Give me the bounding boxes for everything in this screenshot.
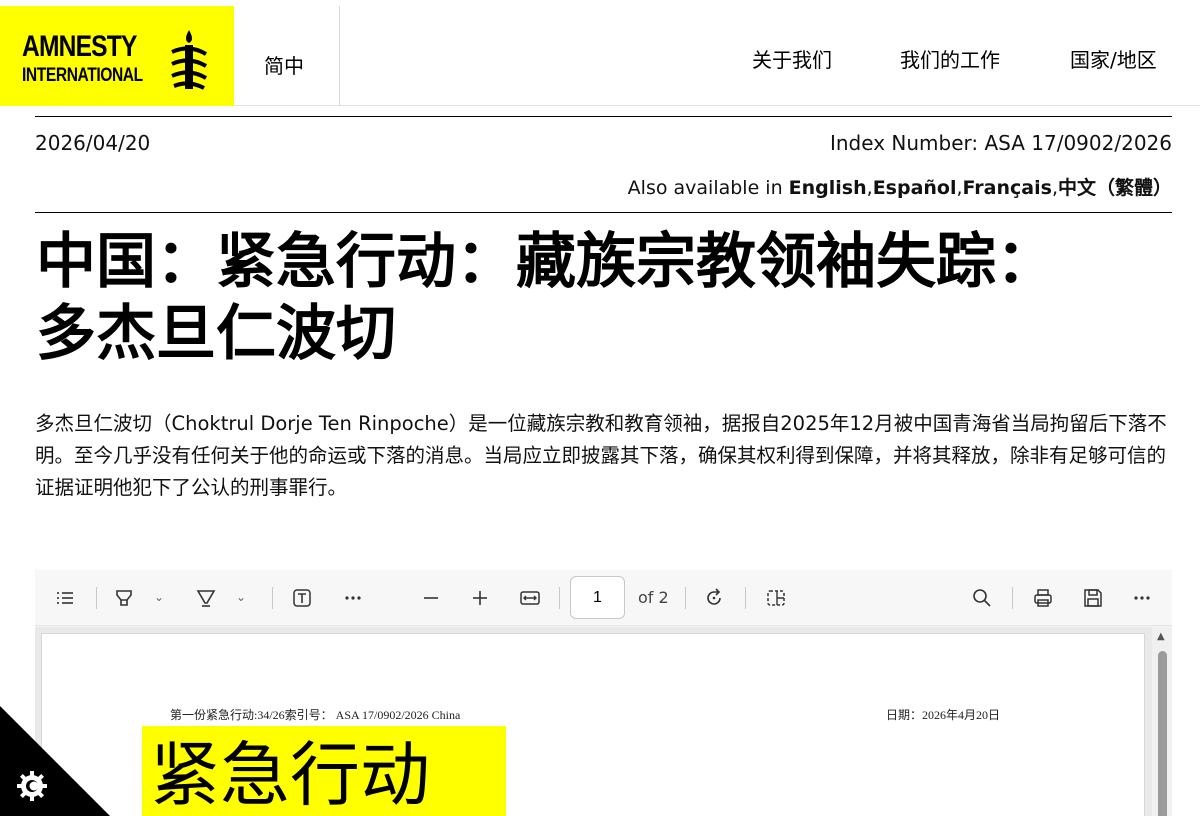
more-options-icon[interactable] (1128, 584, 1156, 612)
also-available: Also available in English,Español,França… (627, 177, 1172, 199)
zoom-in-icon[interactable] (466, 584, 494, 612)
summary-paragraph: 多杰旦仁波切（Choktrul Dorje Ten Rinpoche）是一位藏族… (35, 412, 1167, 499)
draw-icon[interactable] (192, 584, 220, 612)
scrollbar[interactable]: ▲ (1152, 627, 1172, 816)
page-view-icon[interactable] (762, 584, 790, 612)
nav-countries[interactable]: 国家/地区 (1070, 44, 1157, 73)
zoom-out-icon[interactable] (417, 584, 445, 612)
toolbar-separator (685, 587, 686, 609)
cookie-settings[interactable] (0, 706, 110, 816)
lang-link-traditional-chinese[interactable]: 中文（繁體） (1058, 177, 1172, 199)
publish-date: 2026/04/20 (35, 131, 151, 155)
pdf-viewer: ⌄ ⌄ 1 of 2 第一份紧急行动:34/26索引号： ASA 17/0902… (35, 570, 1172, 816)
scroll-thumb[interactable] (1158, 651, 1167, 816)
chevron-down-icon[interactable]: ⌄ (236, 590, 246, 604)
text-icon[interactable] (288, 584, 316, 612)
page-total: of 2 (638, 588, 669, 607)
toolbar-separator (745, 587, 746, 609)
cookie-icon[interactable] (14, 768, 50, 804)
toolbar-separator (96, 587, 97, 609)
rotate-icon[interactable] (700, 584, 728, 612)
save-icon[interactable] (1079, 584, 1107, 612)
language-selector[interactable]: 简中 (264, 50, 304, 79)
chevron-down-icon[interactable]: ⌄ (154, 590, 164, 604)
page-number-input[interactable]: 1 (570, 576, 625, 619)
nav-about-us[interactable]: 关于我们 (752, 44, 832, 73)
urgent-action-text: 紧急行动 (150, 734, 430, 816)
logo-line1: AMNESTY (22, 30, 137, 63)
candle-logo-icon (171, 30, 208, 90)
logo-line2: INTERNATIONAL (22, 65, 143, 86)
toolbar-separator (559, 587, 560, 609)
amnesty-logo[interactable]: AMNESTY INTERNATIONAL (0, 6, 234, 106)
title-line1: 中国：紧急行动：藏族宗教领袖失踪： (36, 227, 1056, 297)
toolbar-separator (1012, 587, 1013, 609)
fit-width-icon[interactable] (516, 584, 544, 612)
language-selector-cell: 简中 (234, 6, 340, 106)
lang-link-spanish[interactable]: Español (873, 177, 957, 199)
meta-divider (35, 212, 1172, 213)
contents-icon[interactable] (51, 584, 79, 612)
site-header: AMNESTY INTERNATIONAL 简中 关于我们 我们的工作 国家/地… (0, 0, 1200, 106)
toolbar-separator (272, 587, 273, 609)
logo-text: AMNESTY INTERNATIONAL (22, 30, 169, 86)
lang-link-english[interactable]: English (789, 177, 867, 199)
pdf-toolbar: ⌄ ⌄ 1 of 2 (35, 570, 1172, 626)
page-title: 中国：紧急行动：藏族宗教领袖失踪： 多杰旦仁波切 (36, 226, 1176, 370)
index-number: Index Number: ASA 17/0902/2026 (829, 131, 1172, 155)
print-icon[interactable] (1029, 584, 1057, 612)
also-available-label: Also available in (627, 177, 789, 199)
title-line2: 多杰旦仁波切 (36, 299, 396, 369)
pdf-page-area[interactable]: 第一份紧急行动:34/26索引号： ASA 17/0902/2026 China… (35, 627, 1172, 816)
lang-link-french[interactable]: Français (963, 177, 1052, 199)
urgent-action-banner: 紧急行动 (142, 726, 506, 816)
pdf-header-left: 第一份紧急行动:34/26索引号： ASA 17/0902/2026 China (170, 708, 461, 722)
highlight-icon[interactable] (110, 584, 138, 612)
pdf-page: 第一份紧急行动:34/26索引号： ASA 17/0902/2026 China… (41, 633, 1145, 816)
scroll-up-icon[interactable]: ▲ (1157, 631, 1165, 642)
pdf-header-right: 日期：2026年4月20日 (886, 708, 1001, 722)
top-divider (35, 116, 1172, 117)
more-icon[interactable] (339, 584, 367, 612)
search-icon[interactable] (968, 584, 996, 612)
nav-our-work[interactable]: 我们的工作 (900, 44, 1000, 73)
